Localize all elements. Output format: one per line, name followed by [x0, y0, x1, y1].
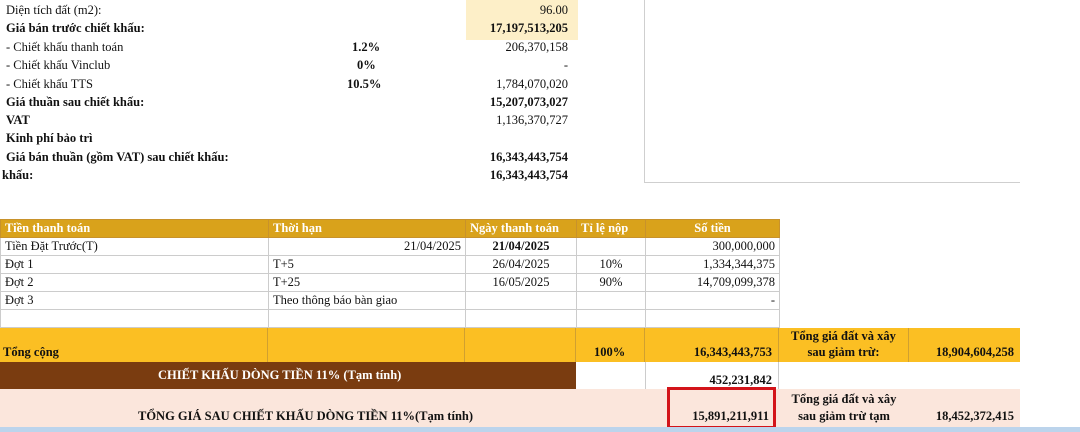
table-row: Đợt 3 Theo thông báo bàn giao -	[0, 291, 780, 310]
after-land-label-1: Tổng giá đất và xây	[791, 392, 897, 406]
label-gia-ban-thuan: Giá bán thuần (gồm VAT) sau chiết khấu:	[6, 150, 229, 164]
cell-date: 26/04/2025	[465, 255, 577, 274]
discount-label-cell: CHIẾT KHẤU DÒNG TIỀN 11% (Tạm tính)	[0, 362, 576, 389]
cell-name: Đợt 1	[0, 255, 269, 274]
label-gia-thuan: Giá thuần sau chiết khấu:	[6, 95, 145, 109]
value-dien-tich: 96.00	[539, 3, 568, 17]
value-gia-ban-thuan: 16,343,443,754	[489, 150, 568, 164]
cell-ratio: 90%	[576, 273, 646, 292]
value-gia-thuan: 15,207,073,027	[489, 95, 568, 109]
label-ck1: - Chiết khấu thanh toán	[6, 40, 124, 54]
cell-amount: 300,000,000	[645, 237, 780, 256]
after-land-value: 18,452,372,415	[935, 409, 1014, 423]
land-total-value: 18,904,604,258	[935, 345, 1014, 359]
table-row: Đợt 2 T+25 16/05/2025 90% 14,709,099,378	[0, 273, 780, 292]
land-total-label-cell: Tổng giá đất và xây sau giảm trừ:	[779, 328, 909, 362]
value-vat: 1,136,370,727	[496, 113, 568, 127]
cell-date: 16/05/2025	[465, 273, 577, 292]
total-percent: 100%	[594, 345, 626, 359]
bottom-bar	[0, 427, 1080, 432]
land-total-label-1: Tổng giá đất và xây	[791, 329, 896, 343]
value-ck-tts: 1,784,070,020	[496, 77, 568, 91]
total-label: Tổng cộng	[3, 345, 59, 359]
total-date-cell	[465, 328, 576, 362]
header-so-tien: Số tiền	[645, 219, 780, 238]
after-discount-label-cell: TỔNG GIÁ SAU CHIẾT KHẤU DÒNG TIỀN 11%(Tạ…	[0, 389, 645, 427]
value-ck1: 206,370,158	[505, 40, 569, 54]
cell-term	[268, 309, 466, 328]
label-ck-tts: - Chiết khấu TTS	[6, 77, 93, 91]
percent-ck1: 1.2%	[352, 40, 381, 54]
header-ngay-thanh-toan: Ngày thanh toán	[465, 219, 577, 238]
cell-name	[0, 309, 269, 328]
total-amount-cell: 16,343,443,753	[645, 328, 779, 362]
table-header-row: Tiền thanh toán Thời hạn Ngày thanh toán…	[0, 219, 780, 238]
cell-ratio: 10%	[576, 255, 646, 274]
discount-amount: 452,231,842	[709, 373, 773, 387]
cell-date: 21/04/2025	[465, 237, 577, 256]
discount-label: CHIẾT KHẤU DÒNG TIỀN 11% (Tạm tính)	[158, 368, 402, 382]
after-land-label-2: sau giảm trừ tạm	[798, 409, 890, 423]
land-total-label-2: sau giảm trừ:	[807, 345, 880, 359]
cell-term: T+25	[268, 273, 466, 292]
cell-ratio	[576, 309, 646, 328]
cell-name: Tiền Đặt Trước(T)	[0, 237, 269, 256]
divider-line-bottom	[644, 182, 1020, 183]
total-label-cell: Tổng cộng	[0, 328, 268, 362]
payment-table: Tiền thanh toán Thời hạn Ngày thanh toán…	[0, 219, 780, 328]
land-total-value-cell: 18,904,604,258	[909, 328, 1020, 362]
total-term-cell	[268, 328, 465, 362]
cell-term: T+5	[268, 255, 466, 274]
highlight-box	[667, 387, 776, 429]
cell-term: 21/04/2025	[268, 237, 466, 256]
value-gia-ban: 17,197,513,205	[489, 21, 568, 35]
cell-ratio	[576, 291, 646, 310]
total-amount: 16,343,443,753	[693, 345, 772, 359]
label-kinh-phi: Kinh phí bảo trì	[6, 131, 93, 145]
value-khau: 16,343,443,754	[489, 168, 568, 182]
percent-ck-tts: 10.5%	[347, 77, 382, 91]
label-dien-tich: Diện tích đất (m2):	[6, 3, 102, 17]
header-ti-le-nop: Tỉ lệ nộp	[576, 219, 646, 238]
discount-amount-cell: 452,231,842	[645, 362, 779, 389]
header-tien-thanh-toan: Tiền thanh toán	[0, 219, 269, 238]
label-ck-vinclub: - Chiết khấu Vinclub	[6, 58, 111, 72]
label-khau: khấu:	[2, 168, 34, 182]
after-discount-label: TỔNG GIÁ SAU CHIẾT KHẤU DÒNG TIỀN 11%(Tạ…	[138, 409, 474, 423]
cell-date	[465, 291, 577, 310]
cell-name: Đợt 3	[0, 291, 269, 310]
cell-amount	[645, 309, 780, 328]
cell-amount: -	[645, 291, 780, 310]
divider-line	[644, 0, 645, 182]
total-percent-cell: 100%	[576, 328, 645, 362]
cell-date	[465, 309, 577, 328]
cell-term: Theo thông báo bàn giao	[268, 291, 466, 310]
value-ck-vinclub: -	[563, 58, 568, 72]
table-row: Tiền Đặt Trước(T) 21/04/2025 21/04/2025 …	[0, 237, 780, 256]
label-gia-ban: Giá bán trước chiết khấu:	[6, 21, 145, 35]
cell-amount: 1,334,344,375	[645, 255, 780, 274]
table-row: Đợt 1 T+5 26/04/2025 10% 1,334,344,375	[0, 255, 780, 274]
cell-amount: 14,709,099,378	[645, 273, 780, 292]
header-thoi-han: Thời hạn	[268, 219, 466, 238]
percent-ck-vinclub: 0%	[357, 58, 376, 72]
cell-name: Đợt 2	[0, 273, 269, 292]
cell-ratio	[576, 237, 646, 256]
table-row	[0, 309, 780, 328]
after-land-value-cell: 18,452,372,415	[909, 389, 1020, 427]
label-vat: VAT	[6, 113, 30, 127]
after-land-label-cell: Tổng giá đất và xây sau giảm trừ tạm	[779, 389, 909, 427]
